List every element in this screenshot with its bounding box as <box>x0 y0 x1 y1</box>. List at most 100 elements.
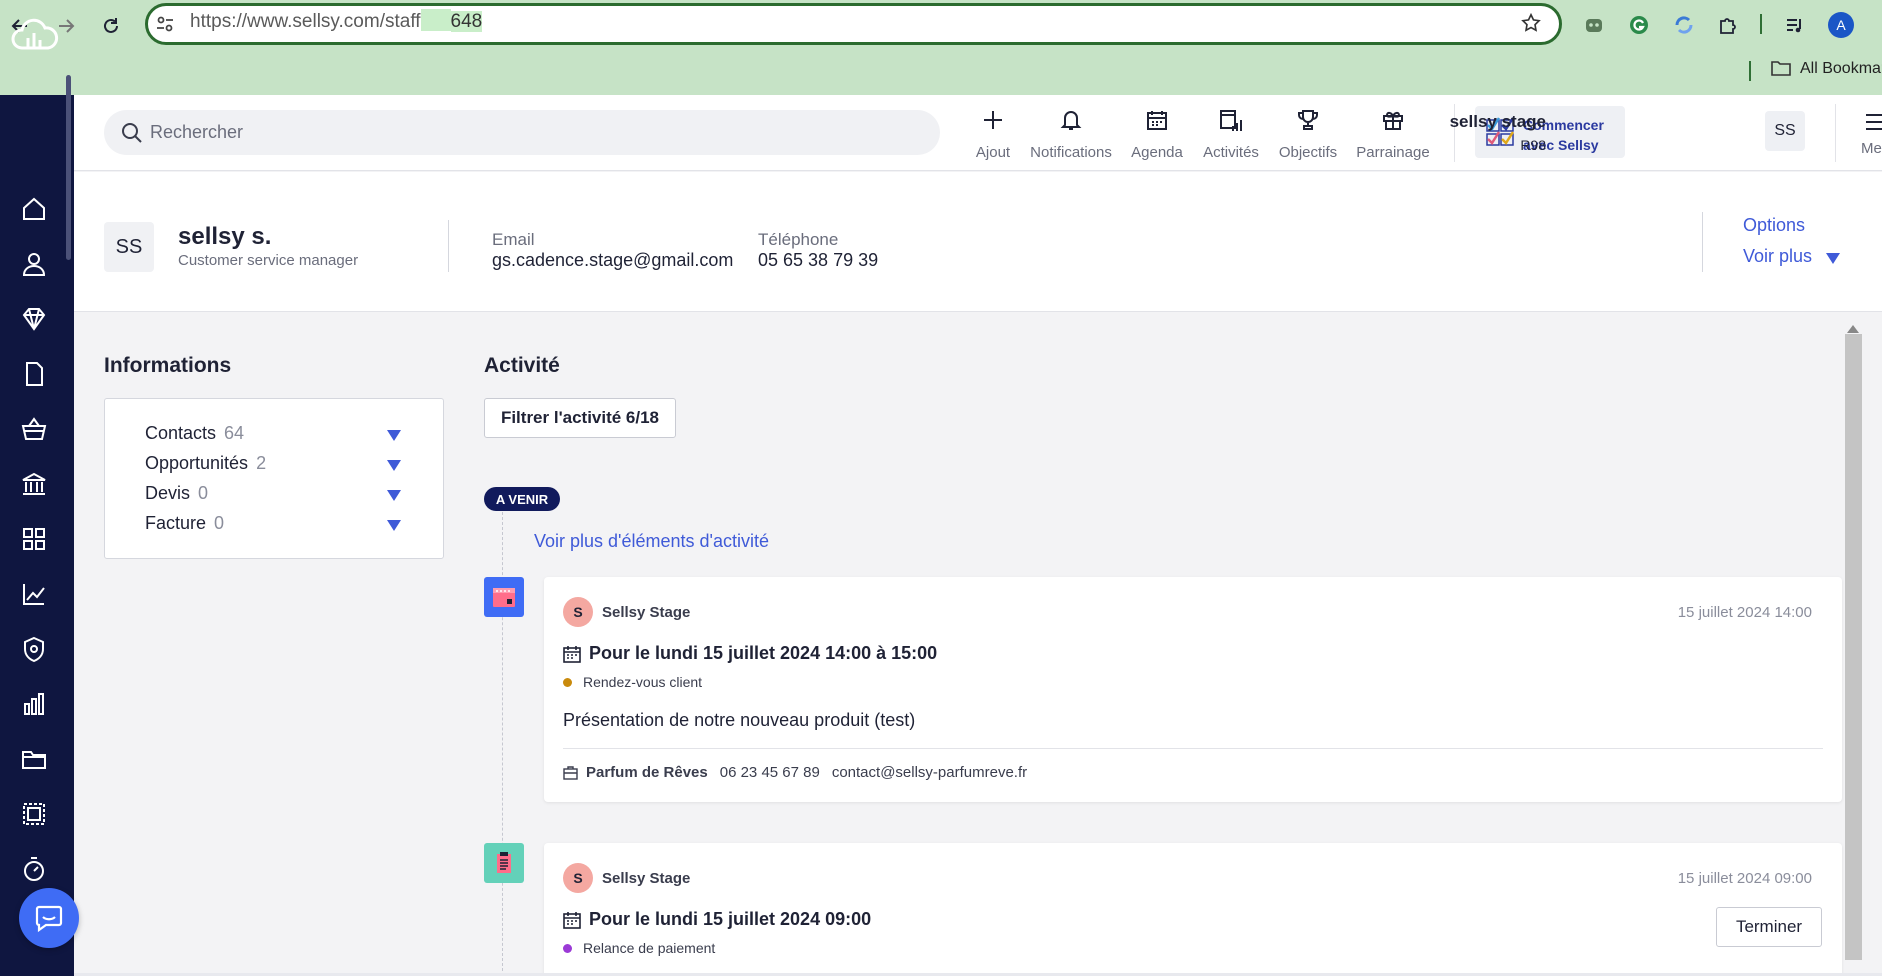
robot-extension-icon[interactable] <box>1579 10 1609 40</box>
header-user-avatar[interactable]: SS <box>1765 111 1805 151</box>
toolbar-referral-button[interactable]: Parrainage <box>1356 106 1430 166</box>
profile-role: Customer service manager <box>178 252 359 269</box>
user-icon <box>22 253 46 276</box>
sidebar-item-catalog[interactable] <box>18 413 50 445</box>
sidebar-item-timer[interactable] <box>18 853 50 885</box>
info-row-opportunites[interactable]: Opportunités 2 <box>145 453 266 474</box>
sidebar-item-home[interactable] <box>18 193 50 225</box>
stamp-icon <box>23 803 45 825</box>
activity-schedule: Pour le lundi 15 juillet 2024 14:00 à 15… <box>563 643 937 664</box>
search-icon <box>120 121 144 145</box>
activity-type-label: Rendez-vous client <box>583 674 703 690</box>
sidebar-item-apps[interactable] <box>18 523 50 555</box>
toolbar-agenda-button[interactable]: Agenda <box>1129 106 1185 166</box>
main-scrollbar-thumb[interactable] <box>1845 334 1862 960</box>
sidebar-item-files[interactable] <box>18 743 50 775</box>
url-text[interactable]: https://www.sellsy.com/staff 648 <box>190 9 483 33</box>
bookmark-star-icon[interactable] <box>1520 12 1542 39</box>
email-label: Email <box>492 230 535 249</box>
site-info-icon[interactable] <box>153 12 177 41</box>
info-row-devis[interactable]: Devis 0 <box>145 483 208 504</box>
toolbar-activities-label: Activités <box>1203 144 1259 161</box>
shield-icon <box>24 636 44 663</box>
activity-schedule-text: Pour le lundi 15 juillet 2024 14:00 à 15… <box>589 643 938 663</box>
company-name[interactable]: Parfum de Rêves <box>586 764 708 781</box>
toolbar-referral-label: Parrainage <box>1356 144 1430 161</box>
header-divider-right <box>1835 104 1836 162</box>
type-dot-icon <box>563 943 572 953</box>
chat-icon <box>35 905 63 933</box>
media-control-icon[interactable] <box>1780 10 1810 40</box>
sidebar-item-reports[interactable] <box>18 688 50 720</box>
sidebar-item-contacts[interactable] <box>18 248 50 280</box>
caret-down-icon[interactable] <box>387 428 401 446</box>
calendar-icon <box>563 911 581 929</box>
options-link[interactable]: Options <box>1743 215 1805 236</box>
search-input[interactable] <box>150 110 910 155</box>
gift-icon <box>1383 111 1403 130</box>
toolbar-add-button[interactable]: Ajout <box>972 106 1014 166</box>
calendar-icon <box>1147 111 1167 130</box>
profile-avatar: SS <box>104 222 154 272</box>
caret-down-icon[interactable] <box>387 458 401 476</box>
caret-down-icon[interactable] <box>1826 251 1840 269</box>
sellsy-logo[interactable] <box>10 18 64 58</box>
info-row-count: 0 <box>214 513 225 533</box>
support-chat-button[interactable] <box>19 888 79 948</box>
info-row-count: 0 <box>198 483 209 503</box>
toolbar-objectives-button[interactable]: Objectifs <box>1277 106 1339 166</box>
briefcase-icon <box>563 765 578 780</box>
activite-title: Activité <box>484 354 560 377</box>
bar-chart-icon <box>24 693 44 715</box>
header-user-id: R98 <box>1520 137 1546 153</box>
filter-activity-button[interactable]: Filtrer l'activité 6/18 <box>484 398 676 438</box>
appointment-icon <box>484 577 524 617</box>
info-row-contacts[interactable]: Contacts 64 <box>145 423 244 444</box>
options-separator <box>1702 212 1703 272</box>
toolbar-activities-button[interactable]: Activités <box>1201 106 1261 166</box>
email-value[interactable]: gs.cadence.stage@gmail.com <box>492 250 733 271</box>
voir-plus-link[interactable]: Voir plus <box>1743 246 1812 267</box>
sidebar-item-security[interactable] <box>18 633 50 665</box>
all-bookmarks-link[interactable]: All Bookmar <box>1800 60 1882 78</box>
more-activity-link[interactable]: Voir plus d'éléments d'activité <box>534 531 769 552</box>
toolbar-notifications-button[interactable]: Notifications <box>1027 106 1115 166</box>
main-menu-label: Me <box>1861 140 1882 157</box>
payment-reminder-icon <box>484 843 524 883</box>
puzzle-extension-icon[interactable] <box>1713 10 1743 40</box>
sync-extension-icon[interactable] <box>1669 10 1699 40</box>
phone-value[interactable]: 05 65 38 79 39 <box>758 250 878 271</box>
bookmarks-separator <box>1749 61 1751 81</box>
info-row-facture[interactable]: Facture 0 <box>145 513 224 534</box>
profile-separator <box>448 220 449 272</box>
header-user-name[interactable]: sellsy stage <box>1450 112 1546 132</box>
company-phone[interactable]: 06 23 45 67 89 <box>720 764 820 781</box>
basket-icon <box>21 417 47 440</box>
caret-down-icon[interactable] <box>387 488 401 506</box>
grammarly-extension-icon[interactable] <box>1624 10 1654 40</box>
sidebar-item-documents[interactable] <box>18 358 50 390</box>
url-suffix: 648 <box>450 11 483 32</box>
sidebar-scrollbar[interactable] <box>66 75 71 260</box>
toolbar-add-label: Ajout <box>975 144 1011 161</box>
toolbar-agenda-label: Agenda <box>1131 144 1183 161</box>
company-email[interactable]: contact@sellsy-parfumreve.fr <box>832 764 1027 781</box>
folder-icon <box>22 751 46 769</box>
reload-button[interactable] <box>95 10 127 42</box>
activity-card[interactable]: S Sellsy Stage 15 juillet 2024 09:00 Pou… <box>544 843 1842 976</box>
url-redaction <box>420 9 451 32</box>
activity-schedule-text: Pour le lundi 15 juillet 2024 09:00 <box>589 909 872 929</box>
sidebar-item-opportunities[interactable] <box>18 303 50 335</box>
sidebar-item-stamps[interactable] <box>18 798 50 830</box>
sidebar-item-bank[interactable] <box>18 468 50 500</box>
profile-name: sellsy s. <box>178 223 272 250</box>
activity-author: Sellsy Stage <box>602 870 691 887</box>
main-menu-button[interactable]: Me <box>1855 106 1882 166</box>
terminer-button[interactable]: Terminer <box>1716 907 1822 947</box>
profile-avatar-icon[interactable]: A <box>1826 10 1856 40</box>
card-divider <box>563 748 1823 749</box>
info-row-label: Contacts <box>145 423 217 443</box>
sidebar-item-analytics[interactable] <box>18 578 50 610</box>
caret-down-icon[interactable] <box>387 518 401 536</box>
activity-card[interactable]: S Sellsy Stage 15 juillet 2024 14:00 Pou… <box>544 577 1842 802</box>
